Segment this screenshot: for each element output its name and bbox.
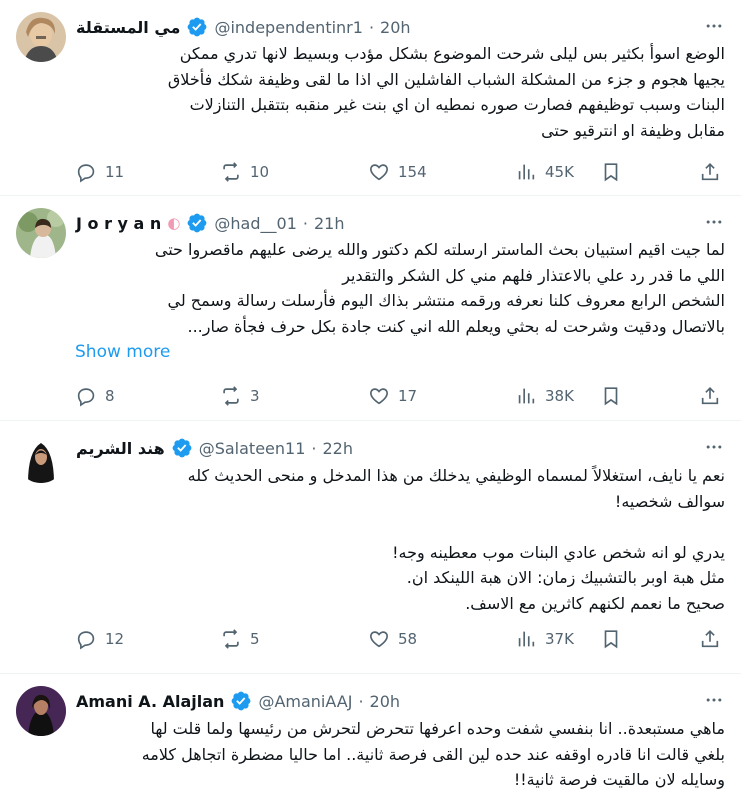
separator-dot: · [311, 438, 317, 458]
action-bar: 12 5 58 37K [60, 621, 727, 657]
timestamp[interactable]: 22h [322, 439, 353, 458]
tweet-header: مي المستقلة @independentinr1 · 20h [76, 12, 727, 42]
share-icon[interactable] [696, 625, 724, 653]
views-chart-icon [518, 631, 535, 647]
reply-icon [77, 388, 95, 407]
author-handle[interactable]: @independentinr1 [214, 18, 362, 37]
author-name[interactable]: J o r y a n [76, 214, 161, 233]
reply-icon [77, 164, 95, 183]
repost-count: 3 [250, 387, 260, 405]
views-chart-icon [518, 164, 535, 180]
author-name[interactable]: مي المستقلة [76, 18, 180, 37]
reply-icon [77, 631, 95, 650]
verified-badge-icon [230, 690, 252, 712]
verified-badge-icon [186, 16, 208, 38]
reply-button[interactable]: 8 [75, 385, 115, 407]
avatar[interactable] [16, 208, 66, 258]
tweet-header: J o r y a n ◐ @had__01 · 21h [76, 208, 727, 238]
reply-button[interactable]: 12 [75, 628, 124, 650]
bookmark-icon[interactable] [597, 625, 625, 653]
tweet-4[interactable]: Amani A. Alajlan @AmaniAAJ · 20h ماهي مس… [0, 674, 741, 789]
verified-badge-icon [186, 212, 208, 234]
heart-icon [370, 631, 388, 648]
views-count: 37K [545, 630, 574, 648]
tweet-text: الوضع اسوأ بكثير بس ليلى شرحت الموضوع بش… [167, 44, 725, 140]
like-button[interactable]: 17 [368, 385, 417, 407]
repost-count: 5 [250, 630, 260, 648]
like-button[interactable]: 58 [368, 628, 417, 650]
reply-count: 11 [105, 163, 125, 181]
action-bar: 11 10 154 45K [60, 154, 727, 190]
repost-icon [223, 162, 239, 182]
bookmark-icon[interactable] [597, 158, 625, 186]
tweet-header: Amani A. Alajlan @AmaniAAJ · 20h [76, 686, 727, 716]
share-icon[interactable] [696, 158, 724, 186]
tweet-3[interactable]: هند الشريم @Salateen11 · 22h نعم يا نايف… [0, 421, 741, 674]
tweet-1[interactable]: مي المستقلة @independentinr1 · 20h الوضع… [0, 0, 741, 196]
more-dots-icon[interactable] [699, 688, 729, 712]
repost-icon [223, 386, 239, 406]
repost-button[interactable]: 3 [220, 385, 260, 407]
views-chart-icon [518, 388, 535, 404]
author-name[interactable]: هند الشريم [76, 439, 165, 458]
timestamp[interactable]: 20h [380, 18, 411, 37]
tweet-text: نعم يا نايف، استغلالاً لمسماه الوظيفي يد… [187, 466, 725, 613]
bookmark-icon[interactable] [597, 382, 625, 410]
separator-dot: · [368, 17, 375, 37]
avatar[interactable] [16, 686, 66, 736]
author-handle[interactable]: @AmaniAAJ [258, 692, 352, 711]
tweet-2[interactable]: J o r y a n ◐ @had__01 · 21h لما جيت اقي… [0, 196, 741, 421]
more-dots-icon[interactable] [699, 14, 729, 38]
more-dots-icon[interactable] [699, 210, 729, 234]
avatar[interactable] [16, 12, 66, 62]
heart-icon [370, 164, 388, 181]
author-handle[interactable]: @had__01 [214, 214, 296, 233]
author-name[interactable]: Amani A. Alajlan [76, 692, 224, 711]
tweet-header: هند الشريم @Salateen11 · 22h [76, 433, 727, 463]
like-count: 154 [398, 163, 427, 181]
like-count: 17 [398, 387, 418, 405]
like-count: 58 [398, 630, 418, 648]
reply-button[interactable]: 11 [75, 161, 124, 183]
avatar[interactable] [16, 433, 66, 483]
repost-count: 10 [250, 163, 270, 181]
repost-button[interactable]: 10 [220, 161, 269, 183]
verified-badge-icon [171, 437, 193, 459]
author-handle[interactable]: @Salateen11 [199, 439, 306, 458]
heart-icon [370, 388, 388, 405]
separator-dot: · [302, 213, 308, 233]
reply-count: 8 [105, 387, 115, 405]
repost-button[interactable]: 5 [220, 628, 260, 650]
tweet-text: ماهي مستبعدة.. انا بنفسي شفت وحده اعرفها… [141, 719, 725, 790]
reply-count: 12 [105, 630, 125, 648]
pacifier-emoji-icon: ◐ [167, 214, 181, 232]
views-button[interactable]: 45K [515, 161, 574, 183]
timestamp[interactable]: 20h [370, 692, 401, 711]
like-button[interactable]: 154 [368, 161, 427, 183]
show-more-link[interactable]: Show more [75, 342, 170, 362]
tweet-text: لما جيت اقيم استبيان بحث الماستر ارسلته … [154, 240, 725, 336]
separator-dot: · [358, 691, 364, 711]
share-icon[interactable] [696, 382, 724, 410]
views-count: 45K [545, 163, 574, 181]
views-button[interactable]: 37K [515, 628, 574, 650]
views-button[interactable]: 38K [515, 385, 574, 407]
repost-icon [223, 629, 239, 649]
action-bar: 8 3 17 38K [60, 378, 727, 414]
more-dots-icon[interactable] [699, 435, 729, 459]
timestamp[interactable]: 21h [314, 214, 345, 233]
views-count: 38K [545, 387, 574, 405]
